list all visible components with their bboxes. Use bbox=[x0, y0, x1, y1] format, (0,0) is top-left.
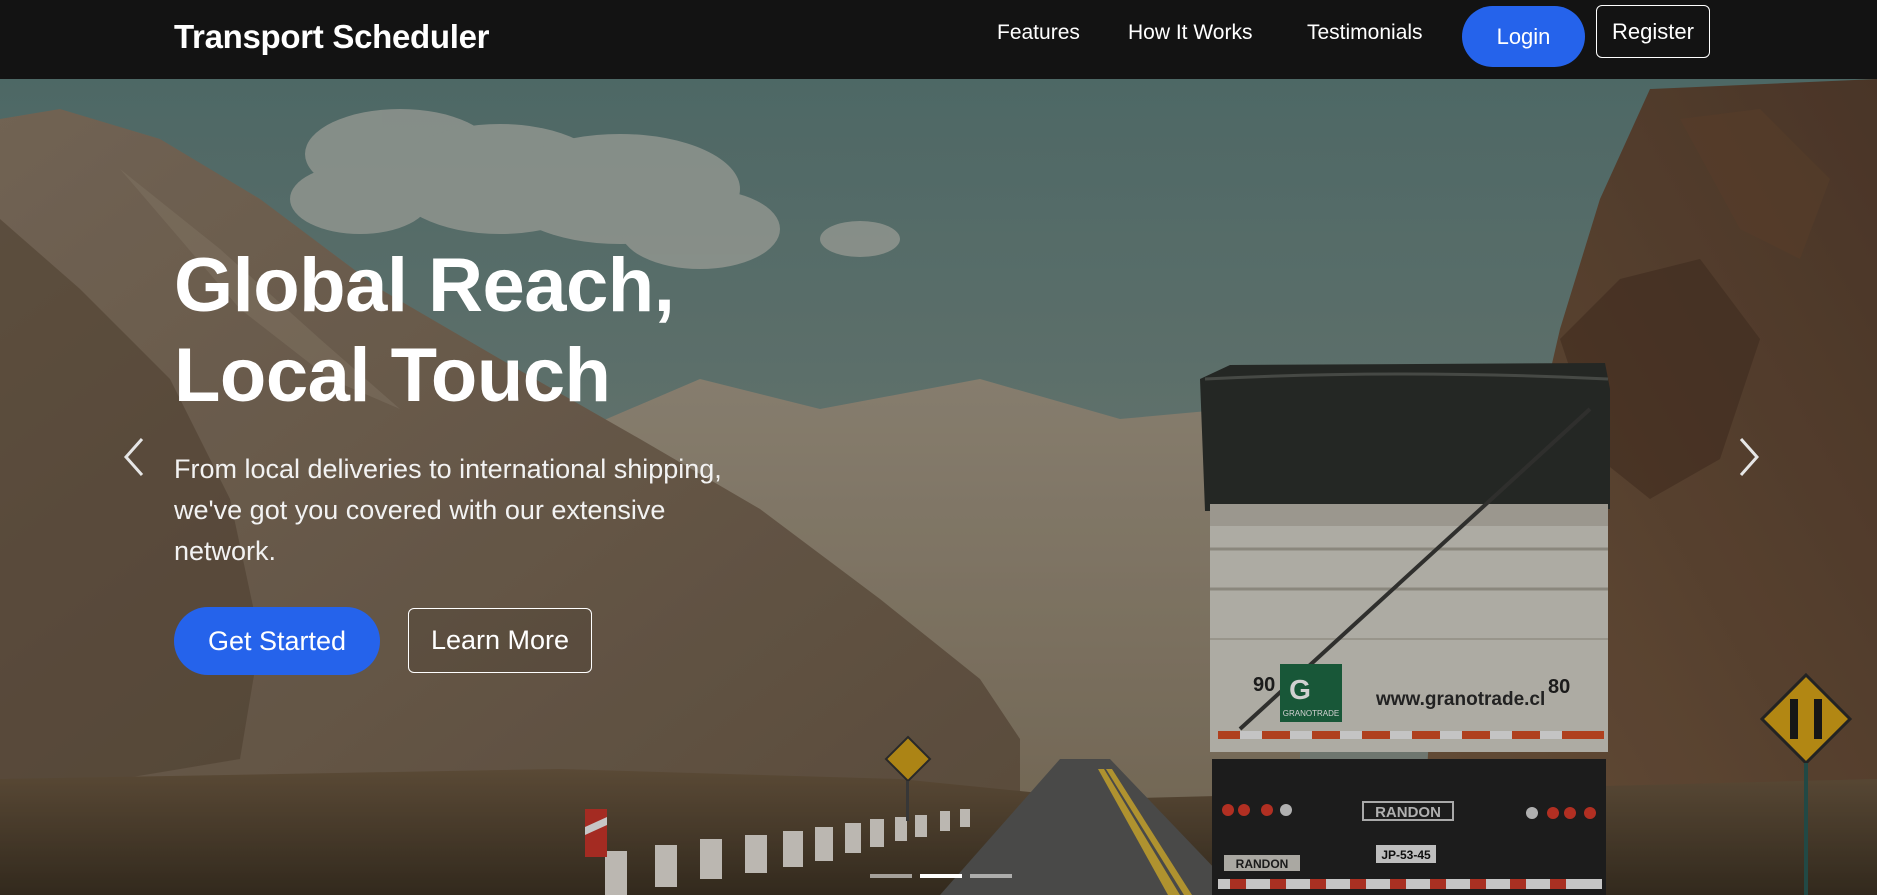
nav-link-features[interactable]: Features bbox=[997, 21, 1080, 45]
hero-title-line-2: Local Touch bbox=[174, 333, 611, 418]
get-started-button[interactable]: Get Started bbox=[174, 607, 380, 675]
carousel-indicator-2[interactable] bbox=[920, 874, 962, 878]
nav-link-how-it-works[interactable]: How It Works bbox=[1128, 21, 1252, 45]
nav-link-testimonials[interactable]: Testimonials bbox=[1307, 21, 1423, 45]
hero-title-line-1: Global Reach, bbox=[174, 243, 675, 328]
login-button[interactable]: Login bbox=[1462, 6, 1585, 67]
hero-subtitle: From local deliveries to international s… bbox=[174, 454, 722, 566]
register-button[interactable]: Register bbox=[1596, 5, 1710, 58]
chevron-right-icon[interactable] bbox=[1733, 435, 1763, 479]
hero-carousel: GRANOTRADE G 90 80 www.granotrade.cl RAN… bbox=[0, 79, 1877, 895]
navbar: Transport Scheduler Features How It Work… bbox=[0, 0, 1877, 79]
carousel-indicator-1[interactable] bbox=[870, 874, 912, 878]
chevron-left-icon[interactable] bbox=[120, 435, 150, 479]
carousel-indicator-3[interactable] bbox=[970, 874, 1012, 878]
brand-logo[interactable]: Transport Scheduler bbox=[174, 18, 490, 56]
hero-title: Global Reach, Local Touch bbox=[174, 241, 874, 421]
learn-more-button[interactable]: Learn More bbox=[408, 608, 592, 673]
